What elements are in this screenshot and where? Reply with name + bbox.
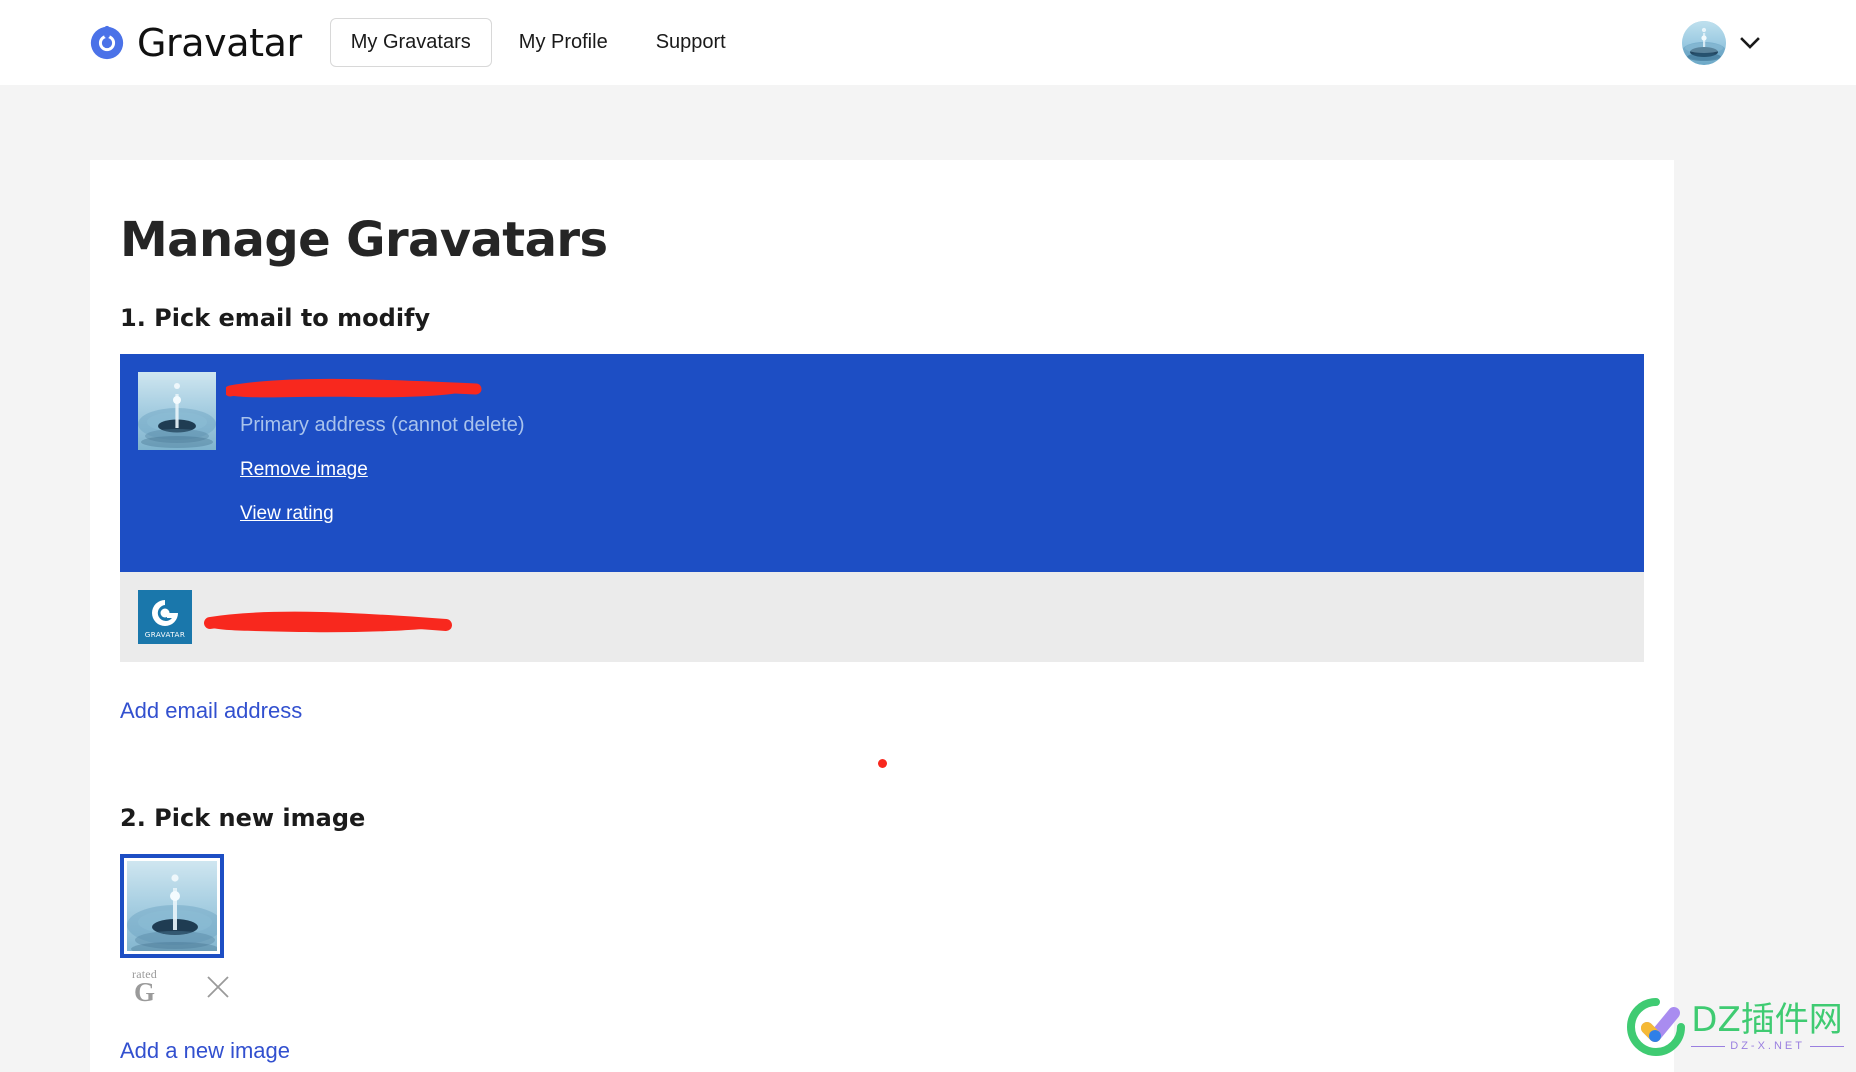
account-menu-button[interactable] — [1682, 20, 1760, 65]
image-tile-selected[interactable] — [120, 854, 224, 958]
remove-image-link[interactable]: Remove image — [240, 459, 368, 481]
redaction-scribble-icon — [204, 611, 452, 633]
watermark-main-text: DZ插件网 — [1691, 999, 1843, 1040]
redaction-scribble-icon — [226, 378, 482, 398]
site-watermark: DZ插件网 DZ-X.NET — [1625, 996, 1844, 1058]
gravatar-default-logo: GRAVATAR — [138, 590, 192, 644]
gravatar-logo-icon — [90, 25, 124, 59]
page-background: Manage Gravatars 1. Pick email to modify — [0, 85, 1856, 1072]
rating-badge[interactable]: rated G — [132, 968, 157, 1006]
chevron-down-icon[interactable] — [1740, 36, 1760, 49]
nav-my-profile[interactable]: My Profile — [498, 18, 629, 67]
email-row-secondary[interactable]: GRAVATAR — [120, 572, 1644, 662]
water-droplet-avatar-image — [1682, 20, 1726, 65]
brand-name: Gravatar — [137, 20, 302, 65]
email-row-primary[interactable]: Primary address (cannot delete) Remove i… — [120, 354, 1644, 572]
step2-heading: 2. Pick new image — [120, 804, 366, 832]
watermark-text: DZ插件网 DZ-X.NET — [1691, 1003, 1844, 1052]
main-nav: My Gravatars My Profile Support — [329, 18, 747, 67]
rating-badge-letter: G — [133, 977, 155, 1007]
watermark-check-icon — [1627, 998, 1686, 1056]
view-rating-link[interactable]: View rating — [240, 503, 334, 525]
site-header: Gravatar My Gravatars My Profile Support — [0, 0, 1856, 85]
email-avatar-thumb-default: GRAVATAR — [138, 590, 192, 644]
email-list: Primary address (cannot delete) Remove i… — [120, 354, 1644, 662]
image-tile-inner — [127, 861, 217, 951]
close-x-icon[interactable] — [205, 974, 231, 1000]
nav-my-gravatars[interactable]: My Gravatars — [329, 18, 492, 67]
svg-text:GRAVATAR: GRAVATAR — [145, 630, 186, 639]
account-avatar[interactable] — [1682, 20, 1726, 65]
image-picker: rated G — [120, 854, 1674, 1006]
page-title: Manage Gravatars — [120, 212, 608, 268]
step1-heading: 1. Pick email to modify — [120, 304, 431, 332]
email-row-body: Primary address (cannot delete) Remove i… — [226, 372, 525, 525]
image-tile-actions: rated G — [120, 968, 1674, 1006]
add-email-address-link[interactable]: Add email address — [120, 698, 302, 724]
email-avatar-thumb — [138, 372, 216, 450]
red-dot-marker — [878, 759, 887, 768]
add-new-image-link[interactable]: Add a new image — [120, 1038, 290, 1064]
brand-logo-link[interactable]: Gravatar — [88, 24, 302, 62]
content-card: Manage Gravatars 1. Pick email to modify — [90, 160, 1674, 1072]
email-primary-note: Primary address (cannot delete) — [240, 414, 525, 436]
nav-support[interactable]: Support — [635, 18, 747, 67]
water-droplet-photo — [127, 861, 217, 951]
water-droplet-photo — [138, 372, 216, 450]
step2-section: 2. Pick new image rated G Add a new imag… — [120, 804, 1674, 1064]
watermark-sub-text: DZ-X.NET — [1691, 1040, 1844, 1052]
